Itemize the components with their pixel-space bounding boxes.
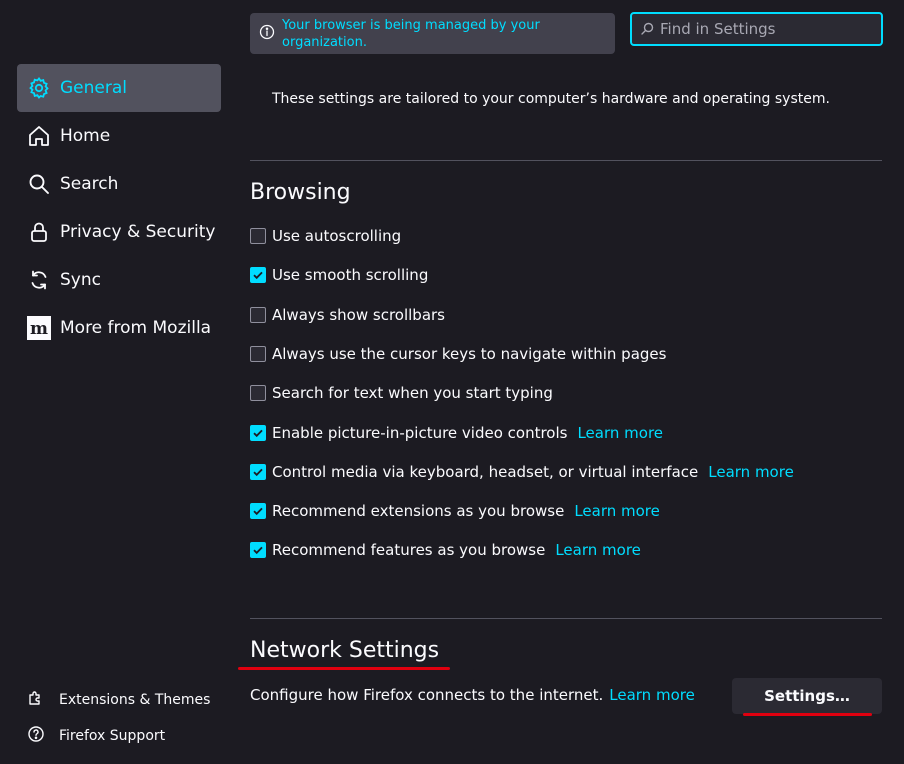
recommend-features-checkbox[interactable] [250, 542, 266, 558]
learn-more-link[interactable]: Learn more [574, 502, 660, 520]
home-icon [27, 124, 51, 148]
option-label[interactable]: Search for text when you start typing [272, 384, 553, 402]
show-scrollbars-checkbox[interactable] [250, 307, 266, 323]
network-description-row: Configure how Firefox connects to the in… [250, 686, 695, 704]
option-smooth-scrolling: Use smooth scrolling [250, 263, 428, 287]
sidebar-item-privacy[interactable]: Privacy & Security [17, 208, 221, 256]
sidebar-item-label: General [60, 78, 127, 98]
help-icon [27, 725, 45, 747]
media-control-checkbox[interactable] [250, 464, 266, 480]
check-icon [253, 271, 263, 280]
option-label[interactable]: Control media via keyboard, headset, or … [272, 463, 698, 481]
learn-more-link[interactable]: Learn more [609, 686, 695, 704]
puzzle-icon [27, 689, 45, 711]
bottom-item-label: Firefox Support [59, 728, 166, 744]
check-icon [253, 507, 263, 516]
option-label[interactable]: Recommend extensions as you browse [272, 502, 564, 520]
info-icon [259, 24, 275, 44]
mozilla-icon: m [27, 316, 51, 340]
sidebar-item-sync[interactable]: Sync [17, 256, 221, 304]
check-icon [253, 429, 263, 438]
smooth-scrolling-checkbox[interactable] [250, 267, 266, 283]
check-icon [253, 468, 263, 477]
option-picture-in-picture: Enable picture-in-picture video controls… [250, 421, 663, 445]
option-label[interactable]: Recommend features as you browse [272, 541, 545, 559]
option-show-scrollbars: Always show scrollbars [250, 303, 445, 327]
sidebar-item-label: Search [60, 174, 119, 194]
learn-more-link[interactable]: Learn more [708, 463, 794, 481]
managed-notice-text[interactable]: Your browser is being managed by your or… [282, 17, 552, 51]
option-media-control: Control media via keyboard, headset, or … [250, 460, 794, 484]
cursor-keys-checkbox[interactable] [250, 346, 266, 362]
extensions-themes-link[interactable]: Extensions & Themes [27, 688, 210, 712]
option-label[interactable]: Always show scrollbars [272, 306, 445, 324]
option-recommend-features: Recommend features as you browse Learn m… [250, 538, 641, 562]
sidebar-item-label: More from Mozilla [60, 318, 212, 338]
search-icon [641, 20, 654, 39]
check-icon [253, 546, 263, 555]
lock-icon [27, 220, 51, 244]
sidebar-item-search[interactable]: Search [17, 160, 221, 208]
network-description: Configure how Firefox connects to the in… [250, 686, 604, 704]
learn-more-link[interactable]: Learn more [577, 424, 663, 442]
sidebar-item-label: Home [60, 126, 111, 146]
sidebar-item-more-from-mozilla[interactable]: m More from Mozilla [17, 304, 221, 352]
bottom-item-label: Extensions & Themes [59, 692, 211, 708]
autoscrolling-checkbox[interactable] [250, 228, 266, 244]
option-label[interactable]: Always use the cursor keys to navigate w… [272, 345, 666, 363]
managed-notice: Your browser is being managed by your or… [250, 13, 615, 54]
gear-icon [27, 76, 51, 100]
option-recommend-extensions: Recommend extensions as you browse Learn… [250, 499, 660, 523]
sidebar: General Home Search Privacy & Security S… [0, 0, 240, 764]
network-settings-title: Network Settings [250, 638, 440, 663]
search-box[interactable] [630, 12, 883, 46]
search-icon [27, 172, 51, 196]
sync-icon [27, 268, 51, 292]
sidebar-item-general[interactable]: General [17, 64, 221, 112]
firefox-support-link[interactable]: Firefox Support [27, 724, 165, 748]
divider [250, 160, 882, 161]
svg-text:m: m [30, 319, 48, 339]
learn-more-link[interactable]: Learn more [555, 541, 641, 559]
option-label[interactable]: Use smooth scrolling [272, 266, 428, 284]
option-autoscrolling: Use autoscrolling [250, 224, 401, 248]
tailored-text: These settings are tailored to your comp… [272, 91, 830, 107]
option-label[interactable]: Enable picture-in-picture video controls [272, 424, 567, 442]
recommend-extensions-checkbox[interactable] [250, 503, 266, 519]
divider [250, 618, 882, 619]
sidebar-item-home[interactable]: Home [17, 112, 221, 160]
search-text-checkbox[interactable] [250, 385, 266, 401]
browsing-title: Browsing [250, 180, 351, 205]
picture-in-picture-checkbox[interactable] [250, 425, 266, 441]
network-settings-button[interactable]: Settings… [732, 678, 882, 714]
search-input[interactable] [660, 20, 870, 38]
option-label[interactable]: Use autoscrolling [272, 227, 401, 245]
annotation-underline [238, 667, 450, 670]
option-cursor-keys: Always use the cursor keys to navigate w… [250, 342, 666, 366]
option-search-text: Search for text when you start typing [250, 381, 553, 405]
sidebar-item-label: Sync [60, 270, 101, 290]
sidebar-item-label: Privacy & Security [60, 222, 216, 242]
annotation-underline [743, 713, 872, 716]
